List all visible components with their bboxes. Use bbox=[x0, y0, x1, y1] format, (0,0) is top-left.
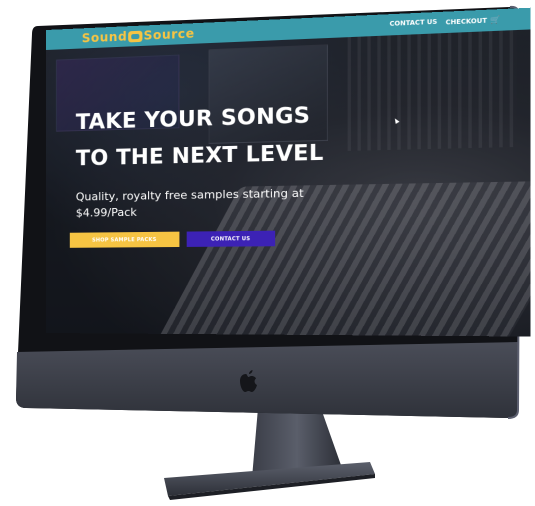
brand-logo[interactable]: Sound Source bbox=[82, 26, 195, 45]
checkout-label: CHECKOUT bbox=[445, 16, 488, 27]
cart-icon: 🛒 bbox=[490, 15, 501, 25]
nav-checkout-link[interactable]: CHECKOUT 🛒 bbox=[446, 16, 501, 27]
hero-title: TAKE YOUR SONGS TO THE NEXT LEVEL bbox=[75, 102, 324, 171]
music-note-icon bbox=[128, 30, 143, 42]
nav-contact-link[interactable]: CONTACT US bbox=[390, 18, 438, 28]
monitor-screen: Sound Source CONTACT US CHECKOUT 🛒 TAKE … bbox=[46, 7, 531, 337]
brand-name-left: Sound bbox=[81, 29, 128, 46]
monitor-chin bbox=[16, 342, 519, 418]
imac-mockup: Sound Source CONTACT US CHECKOUT 🛒 TAKE … bbox=[0, 0, 535, 506]
shop-sample-packs-button[interactable]: SHOP SAMPLE PACKS bbox=[69, 231, 180, 248]
brand-name-right: Source bbox=[143, 26, 195, 43]
contact-us-button[interactable]: CONTACT US bbox=[186, 230, 276, 247]
hero-subtitle: Quality, royalty free samples starting a… bbox=[75, 186, 304, 220]
